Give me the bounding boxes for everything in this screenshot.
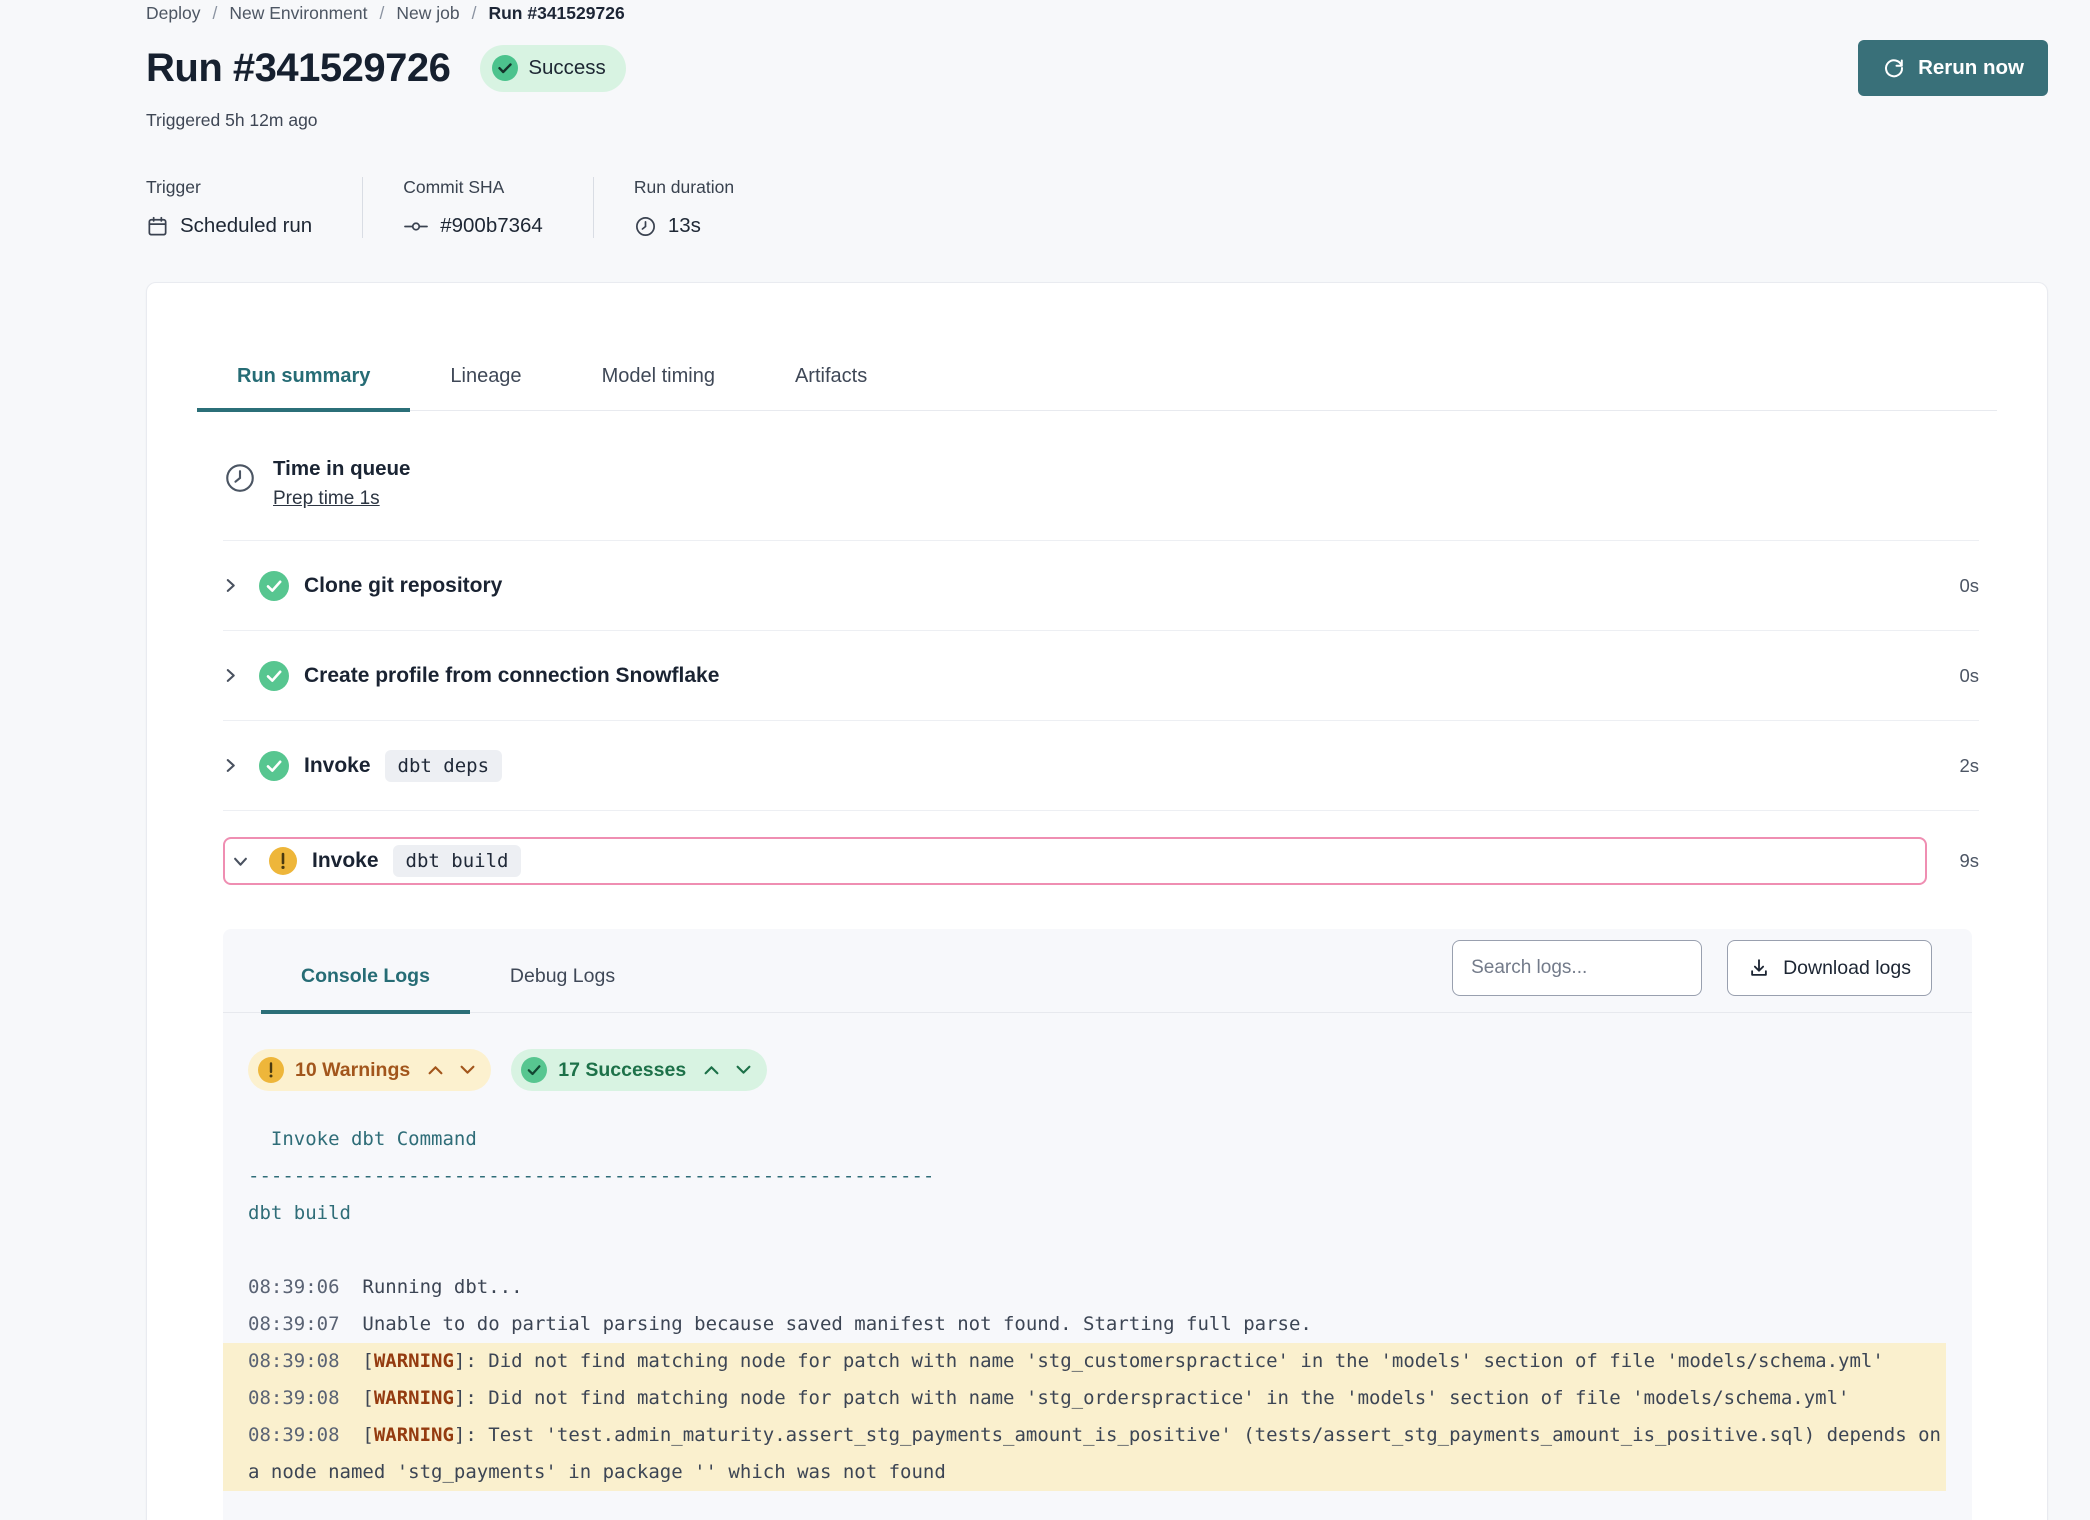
rerun-icon [1882,56,1906,80]
meta-commit: Commit SHA #900b7364 [362,177,593,238]
step-command-chip: dbt build [393,845,522,877]
run-tabs: Run summary Lineage Model timing Artifac… [197,365,1997,411]
warning-icon [269,847,297,875]
tab-run-summary[interactable]: Run summary [197,365,410,412]
chevron-right-icon [223,578,259,593]
log-line: dbt build [223,1195,1972,1232]
clock-icon [223,461,257,495]
step-row-dbt-deps[interactable]: Invoke dbt deps 2s [223,721,1979,811]
success-check-icon [521,1057,547,1083]
step-duration: 0s [1943,665,1979,687]
log-line: 08:39:07 Unable to do partial parsing be… [223,1306,1972,1343]
warnings-badge-label: 10 Warnings [295,1059,410,1082]
chevron-down-icon [233,854,269,869]
status-badge-label: Success [528,56,605,80]
success-check-icon [259,751,289,781]
log-line-warning: 08:39:08 [WARNING]: Did not find matchin… [223,1380,1946,1417]
log-tabs: Console Logs Debug Logs [261,929,655,1012]
run-detail-card: Run summary Lineage Model timing Artifac… [146,282,2048,1520]
log-line-warning: 08:39:08 [WARNING]: Test 'test.admin_mat… [223,1417,1946,1491]
breadcrumb-separator: / [212,3,217,24]
calendar-icon [146,215,169,238]
log-line-separator: ----------------------------------------… [223,1158,1972,1195]
triggered-timestamp: Triggered 5h 12m ago [146,110,2048,131]
log-panel-header: Console Logs Debug Logs Download logs [223,929,1972,1013]
step-duration: 9s [1943,850,1979,872]
tab-lineage[interactable]: Lineage [410,365,561,412]
successes-prev-button chevron-up-icon[interactable] [704,1065,719,1075]
run-meta: Trigger Scheduled run Commit SHA #900b73… [146,177,2048,238]
tab-console-logs[interactable]: Console Logs [261,965,470,1014]
log-badge-row: 10 Warnings 17 Successes [223,1013,1972,1091]
step-command-chip: dbt deps [385,750,503,782]
rerun-now-button[interactable]: Rerun now [1858,40,2048,96]
breadcrumb-item-job[interactable]: New job [396,3,459,24]
log-controls: Download logs [1452,940,1932,996]
log-line-blank [223,1232,1972,1269]
breadcrumb-item-deploy[interactable]: Deploy [146,3,200,24]
step-duration: 2s [1943,755,1979,777]
meta-commit-label: Commit SHA [403,177,543,198]
step-row-create-profile[interactable]: Create profile from connection Snowflake… [223,631,1979,721]
meta-duration-value: 13s [668,214,701,238]
warning-icon [258,1057,284,1083]
meta-commit-value: #900b7364 [440,214,543,238]
commit-icon [403,215,429,238]
page-title: Run #341529726 [146,46,450,91]
step-row-dbt-build: Invoke dbt build 9s [223,811,1979,929]
download-logs-button[interactable]: Download logs [1727,940,1932,996]
page: Deploy / New Environment / New job / Run… [146,0,2048,1520]
download-icon [1748,957,1770,979]
breadcrumb: Deploy / New Environment / New job / Run… [146,0,2048,24]
step-list: Clone git repository 0s Create profile f… [223,541,1979,929]
breadcrumb-item-run: Run #341529726 [488,3,624,24]
success-check-icon [259,661,289,691]
prep-time-link[interactable]: Prep time 1s [273,488,380,510]
successes-next-button chevron-down-icon[interactable] [736,1065,751,1075]
step-row-clone-git[interactable]: Clone git repository 0s [223,541,1979,631]
successes-badge-label: 17 Successes [558,1059,686,1082]
tab-debug-logs[interactable]: Debug Logs [470,965,655,1014]
status-badge: Success [480,45,625,92]
console-log-output: Invoke dbt Command ---------------------… [223,1121,1972,1491]
log-line: Invoke dbt Command [223,1121,1972,1158]
time-in-queue-section: Time in queue Prep time 1s [223,457,1979,541]
breadcrumb-item-environment[interactable]: New Environment [229,3,367,24]
meta-trigger: Trigger Scheduled run [146,177,362,238]
warnings-badge: 10 Warnings [248,1049,491,1091]
step-name: Clone git repository [304,574,502,598]
step-name: Create profile from connection Snowflake [304,664,719,688]
success-check-icon [492,55,518,81]
successes-badge: 17 Successes [511,1049,767,1091]
rerun-now-label: Rerun now [1918,56,2024,80]
breadcrumb-separator: / [379,3,384,24]
meta-duration-label: Run duration [634,177,734,198]
step-row-dbt-build-header[interactable]: Invoke dbt build [223,837,1927,885]
search-logs-input[interactable] [1452,940,1702,996]
tab-model-timing[interactable]: Model timing [562,365,755,412]
meta-trigger-label: Trigger [146,177,312,198]
time-in-queue-title: Time in queue [273,457,410,481]
chevron-right-icon [223,668,259,683]
chevron-right-icon [223,758,259,773]
step-duration: 0s [1943,575,1979,597]
breadcrumb-separator: / [472,3,477,24]
log-line-warning: 08:39:08 [WARNING]: Did not find matchin… [223,1343,1946,1380]
warnings-next-button chevron-down-icon[interactable] [460,1065,475,1075]
title-row: Run #341529726 Success Rerun now [146,40,2048,96]
meta-trigger-value: Scheduled run [180,214,312,238]
download-logs-label: Download logs [1783,957,1911,980]
warnings-prev-button chevron-up-icon[interactable] [428,1065,443,1075]
tab-artifacts[interactable]: Artifacts [755,365,907,412]
step-name: Invoke [304,754,371,778]
step-name: Invoke [312,849,379,873]
log-line: 08:39:06 Running dbt... [223,1269,1972,1306]
log-panel: Console Logs Debug Logs Download logs [223,929,1972,1520]
clock-icon [634,215,657,238]
success-check-icon [259,571,289,601]
meta-duration: Run duration 13s [593,177,784,238]
